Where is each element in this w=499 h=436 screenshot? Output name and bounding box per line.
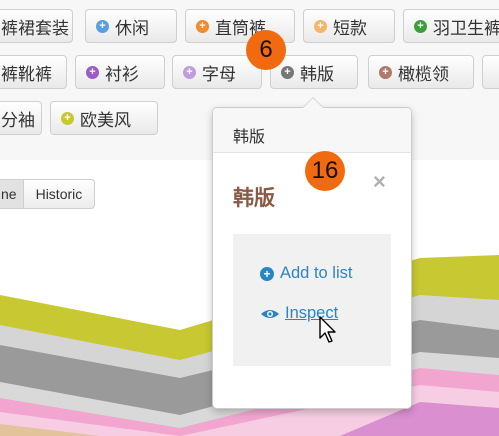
tag-popover: 韩版 韩版 × + Add to list Inspect <box>212 97 412 409</box>
popover-header: 韩版 <box>213 108 411 153</box>
toggle-option-partial[interactable]: ne <box>0 179 24 209</box>
popover-title: 韩版 <box>233 187 275 210</box>
annotation-badge: 6 <box>246 30 286 70</box>
annotation-badge: 16 <box>305 151 345 191</box>
mouse-cursor-icon <box>319 316 336 343</box>
popover-arrow-fill <box>303 98 323 108</box>
toggle-label: Historic <box>35 186 83 202</box>
plus-circle-icon: + <box>260 266 274 281</box>
eye-icon <box>261 309 279 318</box>
add-to-list-label: Add to list <box>280 264 353 282</box>
toggle-label: ne <box>1 186 17 202</box>
toggle-option-historic[interactable]: Historic <box>23 179 96 209</box>
close-icon[interactable]: × <box>373 169 386 195</box>
add-to-list-link[interactable]: + Add to list <box>260 264 352 283</box>
popover-actions: + Add to list Inspect <box>233 234 391 366</box>
view-toggle: ne Historic <box>0 179 96 209</box>
